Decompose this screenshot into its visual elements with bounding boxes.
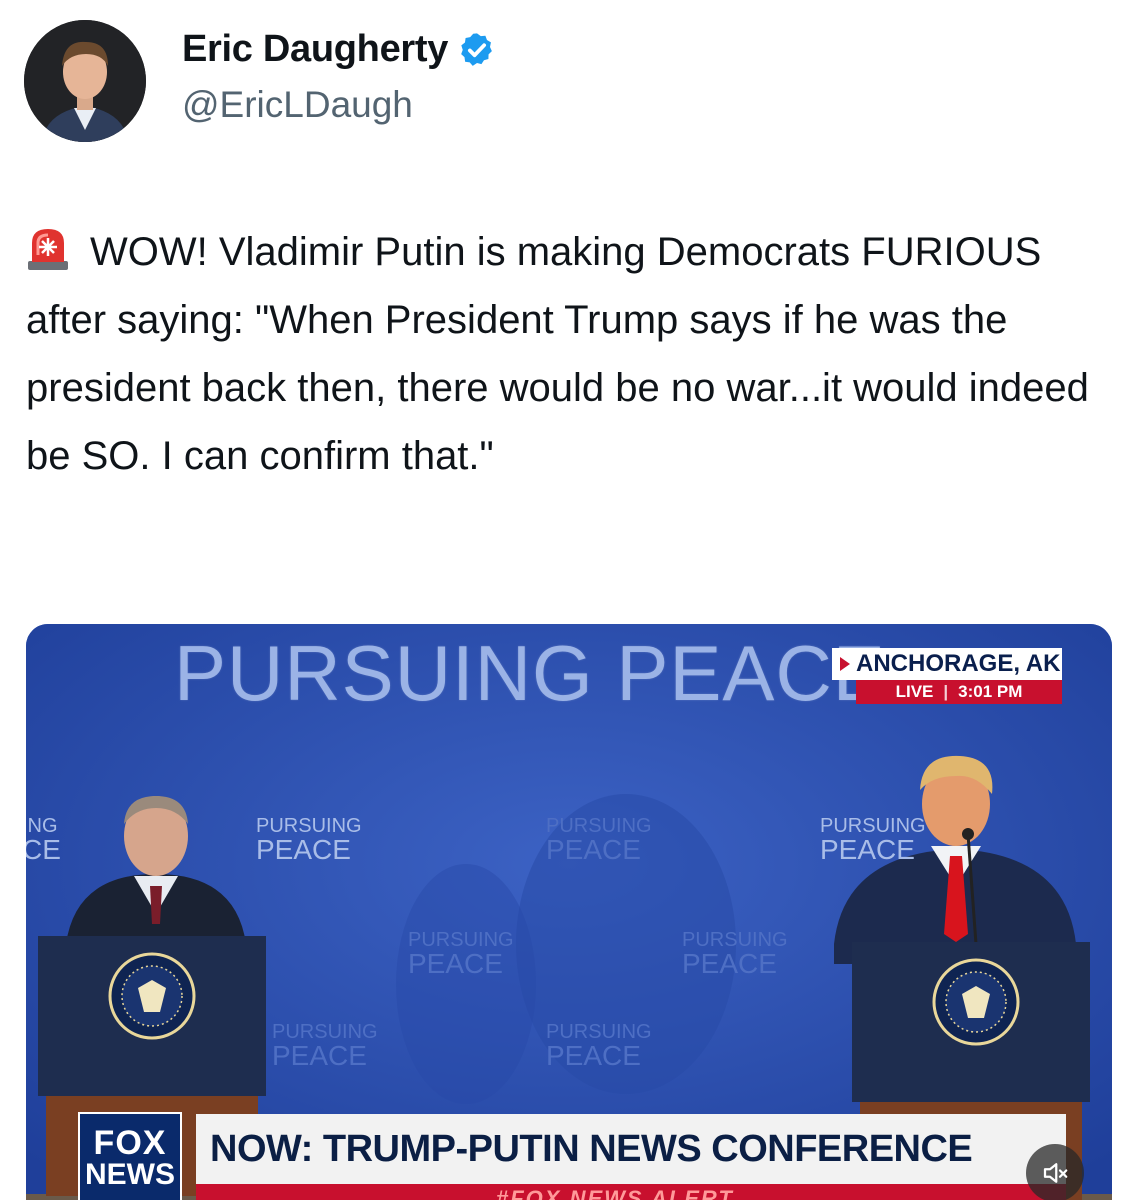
banner-title: PURSUING PEACE bbox=[174, 629, 886, 717]
avatar[interactable] bbox=[24, 20, 146, 142]
speaker-muted-icon bbox=[1043, 1163, 1068, 1183]
display-name[interactable]: Eric Daugherty bbox=[182, 28, 448, 71]
backdrop-logo: PURSUING PEACE bbox=[682, 929, 788, 979]
backdrop-logo: PURSUING PEACE bbox=[820, 815, 926, 865]
backdrop-logo: PURSUING PEACE bbox=[546, 1021, 652, 1071]
news-chyron: NOW: TRUMP-PUTIN NEWS CONFERENCE bbox=[196, 1114, 1066, 1184]
name-row: Eric Daugherty bbox=[182, 28, 496, 71]
fox-news-logo: FOX NEWS bbox=[78, 1112, 182, 1200]
location-label: ANCHORAGE, AK bbox=[832, 648, 1062, 680]
backdrop-logo: PURSUING PEACE bbox=[546, 815, 652, 865]
alert-strip: #FOX NEWS ALERT bbox=[196, 1184, 1066, 1200]
tweet-body: WOW! Vladimir Putin is making Democrats … bbox=[26, 230, 1089, 478]
police-car-light-icon bbox=[28, 229, 68, 270]
tweet-header: Eric Daugherty @EricLDaugh bbox=[24, 20, 1114, 142]
backdrop-logo: PURSUING PEACE bbox=[272, 1021, 378, 1071]
verified-badge-icon bbox=[461, 32, 492, 66]
tweet-text: WOW! Vladimir Putin is making Democrats … bbox=[26, 218, 1106, 490]
location-bug: ANCHORAGE, AK LIVE | 3:01 PM bbox=[832, 648, 1062, 706]
video-player[interactable]: PURSUING PEACE INGCE PURSUINGPEACE PURSU… bbox=[26, 624, 1112, 1200]
backdrop-logo: PURSUING PEACE bbox=[256, 815, 362, 865]
backdrop-logo-edge: INGCE bbox=[26, 815, 61, 865]
mute-button[interactable] bbox=[1026, 1144, 1084, 1200]
backdrop-logo: PURSUING PEACE bbox=[408, 929, 514, 979]
handle[interactable]: @EricLDaugh bbox=[182, 84, 413, 126]
live-badge: LIVE | 3:01 PM bbox=[856, 680, 1062, 704]
play-triangle-icon bbox=[840, 657, 850, 671]
